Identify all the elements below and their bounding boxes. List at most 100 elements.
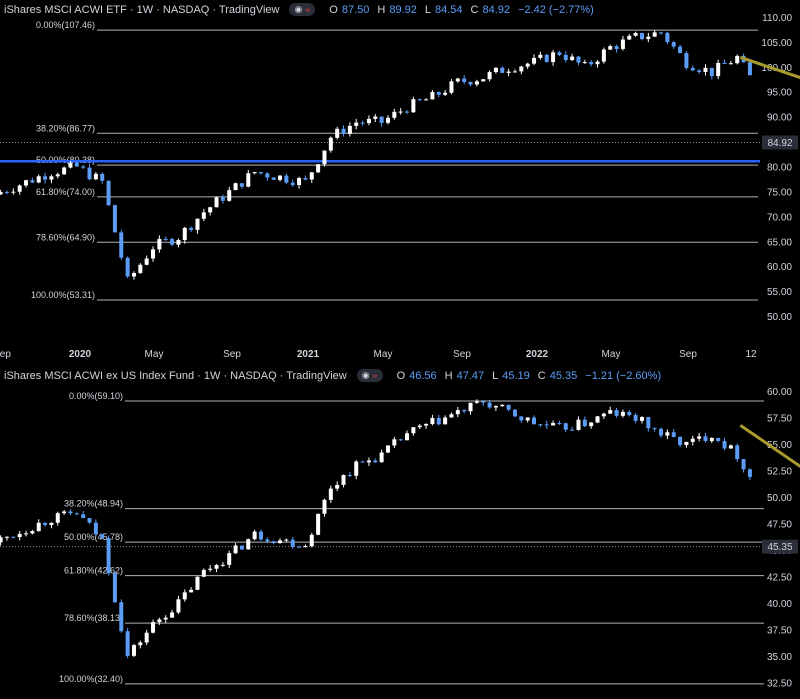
candle-body: [360, 461, 365, 463]
candle-body: [411, 427, 416, 434]
candle-body: [690, 68, 695, 71]
candle-body: [468, 81, 473, 85]
candle-body: [131, 645, 136, 656]
chart-panel-top[interactable]: iShares MSCI ACWI ETF · 1W · NASDAQ · Tr…: [0, 0, 800, 366]
candle-body: [233, 545, 238, 554]
candle-body: [557, 423, 562, 425]
candle-body: [487, 402, 492, 408]
candle-body: [747, 469, 752, 477]
candle-body: [379, 116, 384, 123]
eye-icon[interactable]: ◉: [294, 4, 302, 15]
x-tick-label: May: [145, 349, 164, 360]
ohlc-close: 84.92: [482, 3, 510, 16]
candle-body: [722, 62, 727, 65]
candle-body: [151, 249, 156, 259]
candle-body: [570, 56, 575, 60]
candle-body: [728, 445, 733, 449]
candle-body: [119, 232, 124, 258]
y-tick-label: 95.00: [767, 88, 792, 99]
candle-body: [709, 437, 714, 442]
candle-body: [36, 522, 41, 532]
x-tick-label: May: [602, 349, 621, 360]
candle-body: [4, 536, 9, 538]
candle-body: [170, 238, 175, 245]
candle-body: [443, 92, 448, 95]
y-tick-label: 32.50: [767, 678, 792, 689]
candle-body: [271, 177, 276, 180]
candle-body: [144, 258, 149, 265]
chart-panel-bottom[interactable]: iShares MSCI ACWI ex US Index Fund · 1W …: [0, 366, 800, 699]
candle-body: [74, 162, 79, 167]
candle-body: [278, 175, 283, 180]
candle-body: [468, 402, 473, 412]
candle-body: [322, 150, 327, 165]
candle-body: [563, 54, 568, 60]
fib-level-label: 0.00%(107.46): [36, 20, 95, 30]
candle-body: [532, 57, 537, 64]
ohlc-high: 89.92: [389, 3, 417, 16]
candle-body: [601, 49, 606, 62]
candle-body: [43, 522, 48, 525]
ohlc-high: 47.47: [456, 369, 485, 382]
candle-body: [639, 33, 644, 40]
candle-body: [532, 417, 537, 425]
candle-body: [481, 401, 486, 403]
candle-body: [646, 36, 651, 40]
candle-body: [258, 172, 263, 174]
candle-body: [512, 71, 517, 73]
eye-icon[interactable]: ◉: [362, 370, 370, 381]
candle-body: [246, 173, 251, 187]
candle-body: [195, 218, 200, 230]
candle-body: [316, 513, 321, 535]
candle-body: [138, 264, 143, 273]
x-tick-label: Sep: [679, 349, 697, 360]
candle-body: [55, 174, 60, 177]
visibility-toggle[interactable]: ◉ ≈: [289, 3, 316, 16]
y-tick-label: 75.00: [767, 187, 792, 198]
candle-body: [493, 406, 498, 408]
fib-level-label: 78.60%(38.13): [64, 613, 123, 623]
chart-canvas-top[interactable]: 110.00105.00100.0095.0090.0085.0080.0075…: [0, 0, 800, 366]
candle-body: [87, 167, 92, 180]
candle-body: [239, 183, 244, 187]
candle-body: [335, 128, 340, 138]
candle-body: [138, 642, 143, 646]
candle-body: [455, 410, 460, 415]
candle-body: [189, 227, 194, 230]
y-tick-label: 60.00: [767, 387, 792, 398]
candle-body: [417, 425, 422, 428]
wave-icon[interactable]: ≈: [373, 371, 378, 381]
candle-body: [252, 531, 257, 540]
candle-body: [284, 175, 289, 183]
candle-body: [11, 536, 16, 538]
candle-body: [385, 445, 390, 453]
x-tick-label: 2022: [526, 349, 549, 360]
candle-body: [347, 475, 352, 477]
wave-icon[interactable]: ≈: [305, 5, 310, 15]
candle-body: [328, 137, 333, 151]
candle-body: [227, 190, 232, 201]
chart-canvas-bottom[interactable]: 60.0057.5055.0052.5050.0047.5045.0042.50…: [0, 366, 800, 699]
y-tick-label: 55.00: [767, 287, 792, 298]
candle-body: [512, 409, 517, 417]
candle-body: [538, 54, 543, 58]
ohlc-change: −2.42 (−2.77%): [518, 3, 594, 16]
candle-body: [557, 52, 562, 55]
candle-body: [551, 52, 556, 63]
candle-body: [697, 70, 702, 72]
candle-body: [354, 461, 359, 476]
candle-body: [265, 539, 270, 542]
candle-body: [49, 176, 54, 180]
fib-level-label: 50.00%(45.78): [64, 532, 123, 542]
candle-body: [411, 99, 416, 113]
candle-body: [30, 531, 35, 534]
candle-body: [373, 460, 378, 463]
visibility-toggle[interactable]: ◉ ≈: [356, 369, 383, 382]
x-tick-label: Sep: [223, 349, 241, 360]
candle-body: [106, 538, 111, 574]
candle-body: [176, 599, 181, 613]
fib-level-label: 100.00%(32.40): [59, 674, 123, 684]
candle-body: [157, 619, 162, 623]
candle-body: [500, 67, 505, 73]
x-tick-label: Sep: [453, 349, 471, 360]
